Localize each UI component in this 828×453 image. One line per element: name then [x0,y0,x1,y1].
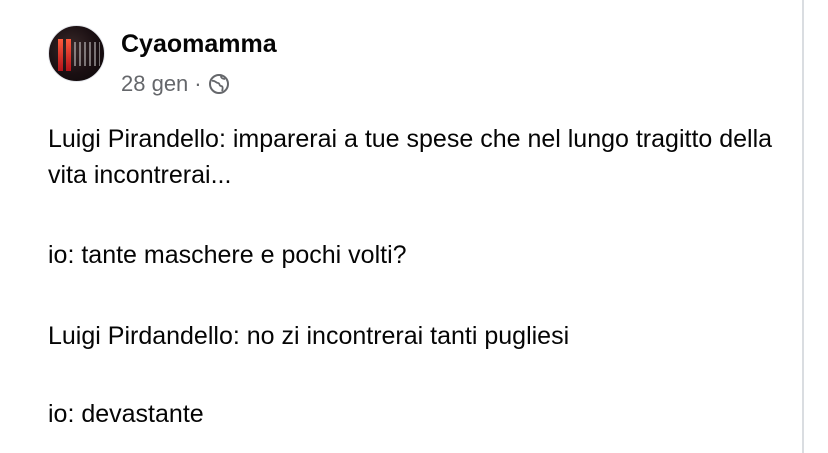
avatar-art [74,42,100,66]
post-card: Cyaomamma 28 gen · Luigi Pirandello: imp… [0,0,828,453]
post-paragraph: io: devastante [48,400,204,428]
card-border [802,0,804,453]
post-date[interactable]: 28 gen [121,72,188,96]
post-paragraph: io: tante maschere e pochi volti? [48,241,407,269]
avatar-art [58,39,63,71]
post-paragraph: Luigi Pirandello: imparerai a tue spese … [48,125,773,189]
post-paragraph: Luigi Pirdandello: no zi incontrerai tan… [48,322,570,350]
separator-dot: · [194,71,202,96]
avatar[interactable] [48,25,105,82]
post-meta: Cyaomamma 28 gen · [121,25,277,96]
author-name[interactable]: Cyaomamma [121,30,277,58]
avatar-art [66,39,71,71]
post-subline: 28 gen · [121,72,277,96]
globe-icon[interactable] [208,73,230,95]
post-header: Cyaomamma 28 gen · [48,25,277,96]
